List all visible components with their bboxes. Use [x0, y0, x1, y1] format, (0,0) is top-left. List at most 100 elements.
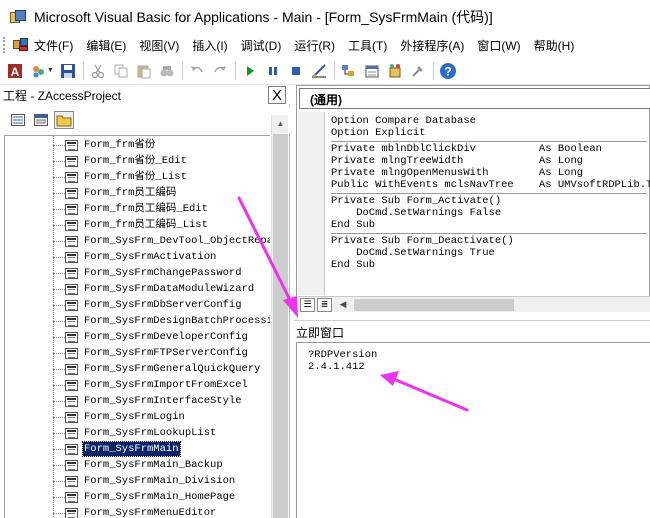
tree-item[interactable]: Form_frm省份_Edit — [53, 153, 188, 169]
tree-item[interactable]: Form_SysFrmDbServerConfig — [53, 297, 243, 313]
tree-item[interactable]: Form_SysFrmChangePassword — [53, 265, 243, 281]
code-margin-bar[interactable] — [298, 112, 325, 295]
tree-item[interactable]: Form_SysFrmMenuEditor — [53, 505, 217, 518]
reset-icon[interactable] — [287, 62, 305, 80]
tree-item[interactable]: Form_SysFrmMain_Division — [53, 473, 236, 489]
code-line[interactable]: Private mlngOpenMenusWith As Long — [331, 167, 650, 179]
tree-connector — [53, 496, 65, 498]
project-explorer-icon[interactable] — [340, 62, 358, 80]
project-tree-scrollbar[interactable]: ▲ — [271, 115, 288, 518]
code-line[interactable]: Option Explicit — [331, 127, 650, 139]
vba-app-icon[interactable] — [9, 9, 27, 25]
tree-item[interactable]: Form_SysFrmMain_Backup — [53, 457, 224, 473]
form-module-icon — [65, 491, 78, 503]
copy-icon[interactable] — [112, 62, 130, 80]
menu-help[interactable]: 帮助(H) — [533, 35, 576, 56]
tree-item[interactable]: Form_SysFrmImportFromExcel — [53, 377, 249, 393]
code-editor[interactable]: Option Compare Database Option Explicit Pr… — [331, 115, 650, 296]
view-access-icon[interactable]: A — [6, 62, 24, 80]
toolbox-icon[interactable] — [409, 62, 427, 80]
code-line[interactable]: DoCmd.SetWarnings False — [331, 207, 650, 219]
tree-item[interactable]: Form_frm员工编码_List — [53, 217, 209, 233]
tree-item[interactable]: Form_frm省份_List — [53, 169, 188, 185]
scroll-left-arrow-icon[interactable]: ◀ — [336, 298, 350, 312]
tree-connector — [53, 320, 65, 322]
tree-item-label: Form_SysFrmInterfaceStyle — [84, 395, 242, 407]
immediate-window[interactable]: ?RDPVersion 2.4.1.412 — [296, 342, 650, 518]
toggle-folders-icon[interactable] — [54, 111, 74, 129]
code-line[interactable]: Private mblnDblClickDiv As Boolean — [331, 143, 650, 155]
tree-item[interactable]: Form_SysFrmInterfaceStyle — [53, 393, 243, 409]
immediate-line[interactable]: ?RDPVersion — [308, 349, 377, 361]
code-line[interactable]: End Sub — [331, 219, 650, 231]
tree-item[interactable]: Form_SysFrmGeneralQuickQuery — [53, 361, 261, 377]
code-line[interactable]: End Sub — [331, 259, 650, 271]
scrollbar-thumb[interactable] — [273, 134, 288, 518]
menu-view[interactable]: 视图(V) — [138, 35, 180, 56]
code-line[interactable]: Private Sub Form_Activate() — [331, 195, 650, 207]
run-icon[interactable] — [241, 62, 259, 80]
code-line[interactable]: Public WithEvents mclsNavTree As UMVsoft… — [331, 179, 650, 191]
break-icon[interactable] — [264, 62, 282, 80]
insert-module-icon[interactable] — [29, 62, 47, 80]
code-line[interactable]: Private mlngTreeWidth As Long — [331, 155, 650, 167]
properties-window-icon[interactable] — [363, 62, 381, 80]
code-line[interactable]: Private Sub Form_Deactivate() — [331, 235, 650, 247]
undo-icon[interactable] — [188, 62, 206, 80]
code-line[interactable]: Option Compare Database — [331, 115, 650, 127]
scroll-up-arrow-icon[interactable]: ▲ — [272, 115, 289, 132]
tree-item[interactable]: Form_SysFrmLogin — [53, 409, 186, 425]
menu-debug[interactable]: 调试(D) — [240, 35, 283, 56]
menu-window[interactable]: 窗口(W) — [476, 35, 521, 56]
object-browser-icon[interactable] — [386, 62, 404, 80]
toolbar-separator — [82, 61, 84, 80]
tree-item[interactable]: Form_SysFrmDataModuleWizard — [53, 281, 255, 297]
insert-dropdown-icon[interactable]: ▼ — [47, 67, 54, 74]
paste-icon[interactable] — [135, 62, 153, 80]
code-line[interactable]: DoCmd.SetWarnings True — [331, 247, 650, 259]
tree-item-label: Form_SysFrmDataModuleWizard — [84, 283, 255, 295]
tree-item-label: Form_SysFrmMain_Backup — [84, 459, 223, 471]
tree-item[interactable]: Form_SysFrmDeveloperConfig — [53, 329, 249, 345]
tree-item[interactable]: Form_frm员工编码 — [53, 185, 177, 201]
project-tree[interactable]: Form_frm省份 Form_frm省份_Edit Form_frm省份_List… — [4, 135, 270, 518]
find-icon[interactable] — [158, 62, 176, 80]
tree-connector — [53, 368, 65, 370]
vba-project-icon[interactable] — [13, 38, 29, 52]
tree-item[interactable]: Form_SysFrmFTPServerConfig — [53, 345, 249, 361]
menu-addins[interactable]: 外接程序(A) — [399, 35, 465, 56]
menu-insert[interactable]: 插入(I) — [191, 35, 228, 56]
menu-edit[interactable]: 编辑(E) — [85, 35, 127, 56]
tree-item[interactable]: Form_SysFrm_DevTool_ObjectRepai — [53, 233, 270, 249]
menu-tools[interactable]: 工具(T) — [347, 35, 388, 56]
object-combo[interactable]: (通用) — [299, 88, 650, 109]
menu-file[interactable]: 文件(F) — [33, 35, 74, 56]
form-module-icon — [65, 315, 78, 327]
tree-item[interactable]: Form_SysFrmActivation — [53, 249, 217, 265]
tree-item[interactable]: Form_SysFrmLookupList — [53, 425, 217, 441]
view-object-icon[interactable] — [31, 111, 51, 129]
tree-item-label: Form_SysFrmMain_HomePage — [84, 491, 236, 503]
menu-run[interactable]: 运行(R) — [293, 35, 336, 56]
tree-item[interactable]: Form_frm员工编码_Edit — [53, 201, 209, 217]
redo-icon[interactable] — [211, 62, 229, 80]
design-mode-icon[interactable] — [310, 62, 328, 80]
view-code-icon[interactable] — [8, 111, 28, 129]
tree-item[interactable]: Form_frm省份 — [53, 137, 156, 153]
horizontal-scrollbar-thumb[interactable] — [354, 298, 514, 311]
procedure-view-icon[interactable]: ☰ — [300, 297, 315, 312]
menu-grip[interactable] — [3, 37, 7, 53]
help-icon[interactable]: ? — [439, 62, 457, 80]
tree-item-label: Form_frm员工编码_List — [84, 219, 208, 231]
tree-item-label: Form_SysFrmGeneralQuickQuery — [84, 363, 261, 375]
tree-item[interactable]: Form_SysFrmMain_HomePage — [53, 489, 236, 505]
close-icon[interactable]: X — [268, 86, 286, 104]
tree-item[interactable]: Form_SysFrmMain — [53, 441, 181, 457]
immediate-window-output[interactable]: ?RDPVersion 2.4.1.412 — [308, 349, 377, 373]
save-icon[interactable] — [59, 62, 77, 80]
full-module-view-icon[interactable]: ≣ — [317, 297, 332, 312]
cut-icon[interactable] — [89, 62, 107, 80]
immediate-line[interactable]: 2.4.1.412 — [308, 361, 377, 373]
tree-item[interactable]: Form_SysFrmDesignBatchProcessin — [53, 313, 270, 329]
form-module-icon — [65, 155, 78, 167]
